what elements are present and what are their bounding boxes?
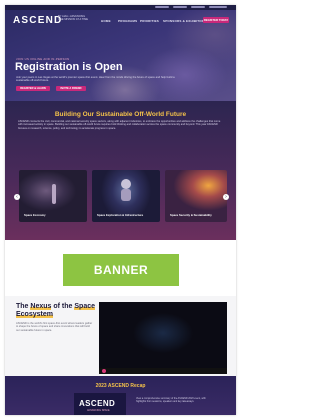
recap-title: 2023 ASCEND Recap (95, 383, 146, 389)
nexus-title-pre: The (16, 303, 29, 310)
nexus-title-highlight: Nexus (30, 303, 52, 310)
utility-link[interactable] (191, 6, 205, 8)
nav-programs[interactable]: PROGRAMS (118, 19, 137, 23)
card-label: Space Economy (24, 213, 46, 217)
nexus-description: ASCEND is the world's first space-first … (16, 322, 93, 332)
card-label: Space Security & Sustainability (170, 213, 212, 217)
recap-logo-tagline: ADVANCING SPACE (87, 409, 110, 412)
banner-ad[interactable]: BANNER (63, 254, 179, 286)
card-space-security[interactable]: Space Security & Sustainability (165, 170, 227, 222)
astronaut-figure (52, 184, 56, 204)
future-description: ASCEND connects the civil, commercial, a… (18, 120, 221, 130)
register-learn-button[interactable]: REGISTER & LEARN (16, 86, 50, 91)
nexus-title: The Nexus of the Space Ecosystem (16, 303, 101, 319)
utility-link[interactable] (155, 6, 169, 8)
utility-link[interactable] (209, 6, 227, 8)
register-today-button[interactable]: REGISTER TODAY (203, 17, 229, 23)
nav-priorities[interactable]: PRIORITIES (140, 19, 159, 23)
recap-logo: ASCEND (79, 399, 116, 408)
carousel-prev-icon[interactable]: ‹ (14, 194, 20, 200)
video-controls[interactable] (99, 368, 227, 374)
carousel-next-icon[interactable]: › (223, 194, 229, 200)
nav-sponsors[interactable]: SPONSORS & EXHIBITORS (163, 19, 206, 23)
card-space-economy[interactable]: Space Economy (19, 170, 87, 222)
astronaut-icon (121, 179, 131, 201)
utility-link[interactable] (173, 6, 187, 8)
video-player[interactable] (99, 302, 227, 374)
brand-tagline: BY AIAA • ADVANCING ONE MISSION AT A TIM… (58, 15, 88, 21)
card-label: Space Exploration & Infrastructure (97, 213, 144, 217)
hero-section: ASCEND BY AIAA • ADVANCING ONE MISSION A… (5, 5, 236, 101)
card-space-exploration[interactable]: Space Exploration & Infrastructure (92, 170, 160, 222)
utility-bar (5, 5, 236, 10)
play-icon[interactable] (102, 369, 106, 373)
hero-title: Registration is Open (15, 61, 123, 73)
future-title: Building Our Sustainable Off-World Futur… (54, 111, 187, 118)
nav-home[interactable]: HOME (101, 19, 111, 23)
invite-friend-button[interactable]: INVITE A FRIEND (56, 86, 86, 91)
page: ASCEND BY AIAA • ADVANCING ONE MISSION A… (5, 5, 236, 415)
video-thumbnail (115, 306, 211, 360)
recap-description: View a comprehensive summary of the ASCE… (136, 397, 206, 403)
nexus-title-mid: of the (53, 303, 73, 310)
hero-description: Join your peers in Las Vegas at the worl… (16, 76, 175, 83)
brand-logo[interactable]: ASCEND (13, 15, 62, 26)
